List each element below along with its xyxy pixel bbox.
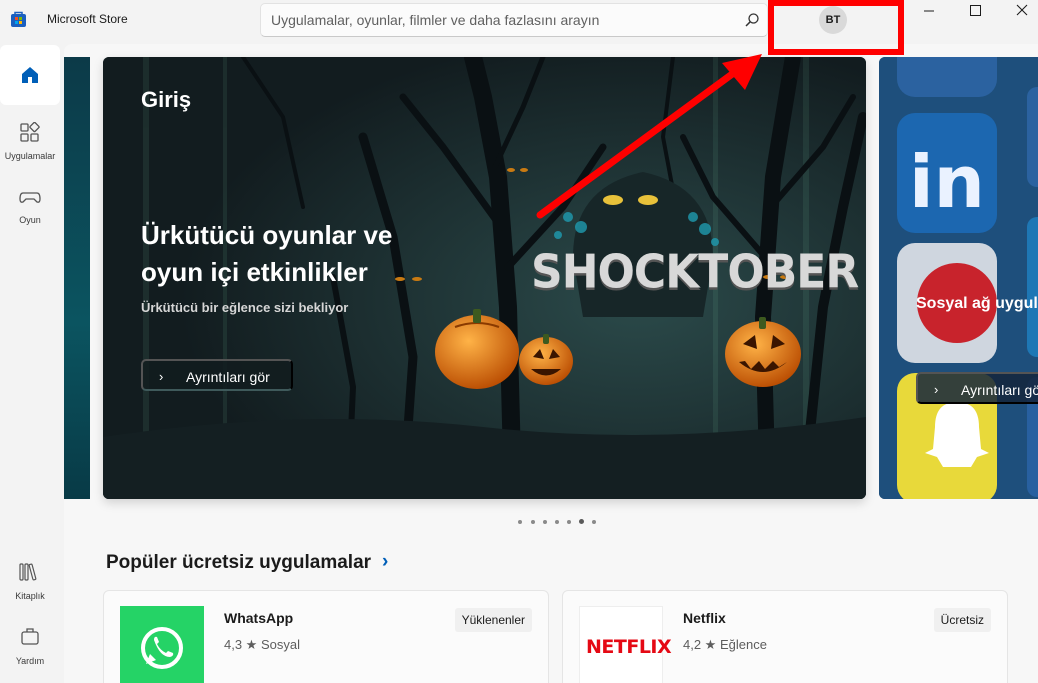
app-meta: 4,2 ★ Eğlence: [683, 637, 767, 653]
app-name: WhatsApp: [224, 610, 294, 626]
app-card-netflix[interactable]: NETFLIX Netflix 4,2 ★ Eğlence Ücretsiz: [562, 590, 1008, 683]
maximize-icon[interactable]: [952, 0, 998, 30]
minimize-icon[interactable]: [906, 0, 952, 30]
carousel-previous-card[interactable]: [64, 57, 90, 499]
app-rating: 4,3 ★: [224, 637, 258, 652]
app-badge: Yüklenenler: [454, 608, 532, 632]
carousel-pager: [514, 518, 604, 526]
carousel-next-card[interactable]: in Sosyal ağ uygul › Ayrıntıları gör: [879, 57, 1038, 499]
sidebar-item-label: Oyun: [19, 215, 41, 225]
next-card-details-button[interactable]: › Ayrıntıları gör: [916, 372, 1038, 404]
hero-subtitle: Ürkütücü bir eğlence sizi bekliyor: [141, 300, 349, 315]
whatsapp-icon: [120, 606, 204, 683]
gamepad-icon: [19, 192, 41, 203]
pager-dot[interactable]: [518, 520, 522, 524]
section-title[interactable]: Popüler ücretsiz uygulamalar: [106, 552, 371, 574]
hero-title: Ürkütücü oyunlar ve oyun içi etkinlikler: [141, 220, 393, 287]
sidebar-item-home[interactable]: [0, 45, 60, 105]
chevron-right-icon: ›: [159, 369, 164, 384]
hero-banner[interactable]: SHOCKTOBER Giriş Ürkütücü oyunlar ve oyu…: [103, 57, 866, 499]
search-box[interactable]: [260, 3, 768, 37]
chevron-right-icon: ›: [934, 382, 939, 397]
pager-dot[interactable]: [543, 520, 547, 524]
sidebar-item-help[interactable]: Yardım: [0, 613, 60, 673]
apps-icon: [20, 122, 40, 142]
hero-artwork-text: SHOCKTOBER: [531, 245, 859, 300]
sidebar-item-label: Kitaplık: [15, 591, 45, 601]
page-title: Giriş: [141, 87, 192, 112]
sidebar-item-games[interactable]: Oyun: [0, 174, 60, 234]
hero-details-button[interactable]: › Ayrıntıları gör: [141, 359, 293, 391]
app-category: Sosyal: [260, 637, 300, 652]
sidebar-item-label: Yardım: [15, 656, 45, 666]
library-icon: [19, 563, 37, 581]
svg-text:in: in: [909, 140, 985, 224]
app-name: Netflix: [683, 610, 726, 626]
social-apps-artwork: in: [879, 57, 1038, 499]
pager-dot-active[interactable]: [579, 519, 584, 524]
next-card-title: Sosyal ağ uygul: [916, 295, 1038, 312]
pager-dot[interactable]: [531, 520, 535, 524]
window-title: Microsoft Store: [47, 12, 128, 26]
home-icon: [22, 67, 38, 83]
store-logo-icon: [11, 11, 26, 27]
profile-highlight-box: [768, 0, 904, 55]
help-icon: [21, 628, 39, 645]
sidebar-item-library[interactable]: Kitaplık: [0, 549, 60, 609]
search-icon[interactable]: [743, 11, 761, 29]
hero-details-button-label: Ayrıntıları gör: [186, 369, 270, 385]
app-category: Eğlence: [719, 637, 767, 652]
search-input[interactable]: [271, 4, 731, 36]
app-badge: Ücretsiz: [933, 608, 991, 632]
netflix-logo-text: NETFLIX: [586, 636, 672, 658]
app-meta: 4,3 ★ Sosyal: [224, 637, 300, 653]
sidebar: Uygulamalar Oyun Kitaplık Yardım: [0, 44, 62, 683]
netflix-icon: NETFLIX: [579, 606, 672, 683]
close-icon[interactable]: [998, 0, 1038, 30]
app-card-whatsapp[interactable]: WhatsApp 4,3 ★ Sosyal Yüklenenler: [103, 590, 549, 683]
pager-dot[interactable]: [567, 520, 571, 524]
main-content: SHOCKTOBER Giriş Ürkütücü oyunlar ve oyu…: [64, 44, 1038, 683]
pager-dot[interactable]: [555, 520, 559, 524]
next-card-button-label: Ayrıntıları gör: [961, 382, 1038, 398]
app-rating: 4,2 ★: [683, 637, 717, 652]
pager-dot[interactable]: [592, 520, 596, 524]
sidebar-item-apps[interactable]: Uygulamalar: [0, 110, 60, 170]
section-chevron-icon[interactable]: ›: [382, 551, 388, 573]
sidebar-item-label: Uygulamalar: [4, 151, 56, 161]
